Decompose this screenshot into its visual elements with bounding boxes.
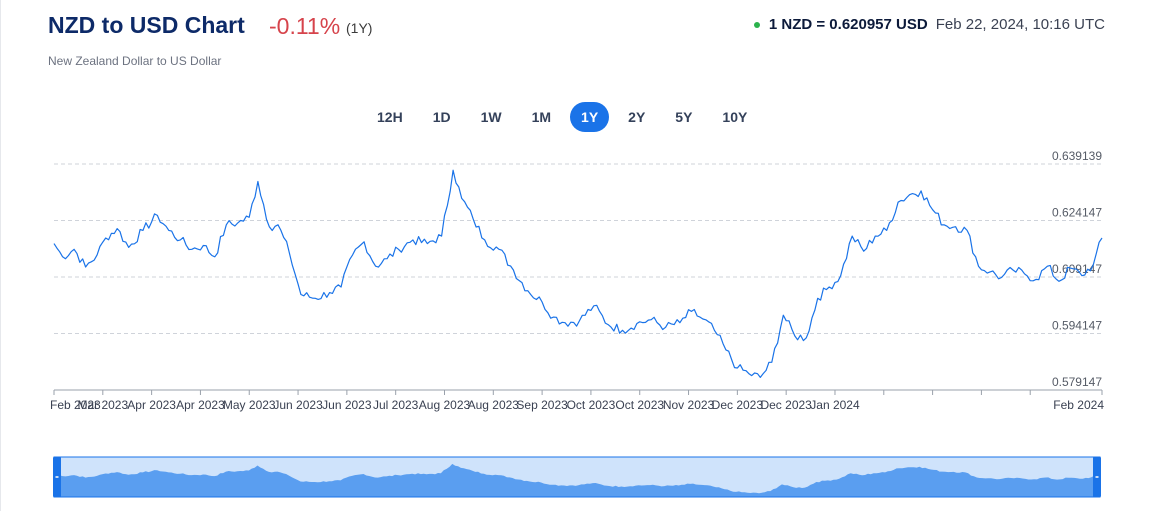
page-subtitle: New Zealand Dollar to US Dollar (48, 54, 222, 68)
x-tick-label: Jul 2023 (373, 398, 419, 412)
x-tick-label: Apr 2023 (127, 398, 176, 412)
percent-change: -0.11% (269, 13, 341, 39)
range-button-5y[interactable]: 5Y (664, 102, 703, 132)
period-label: (1Y) (346, 20, 373, 36)
y-tick-label: 0.639139 (1052, 150, 1102, 163)
live-status-dot-icon (753, 21, 760, 28)
y-tick-label: 0.609147 (1052, 262, 1102, 276)
x-tick-label: Feb 2024 (1053, 398, 1104, 412)
range-button-2y[interactable]: 2Y (617, 102, 656, 132)
x-tick-label: Oct 2023 (615, 398, 664, 412)
line-chart[interactable]: 0.639139 0.624147 0.609147 0.594147 0.579147… (0, 150, 1153, 420)
x-tick-label: Jan 2024 (810, 398, 860, 412)
x-tick-label: Jun 2023 (273, 398, 323, 412)
rate-value: 1 NZD = 0.620957 USD (768, 16, 928, 33)
series-line-nzd-usd (53, 169, 1103, 378)
page-title: NZD to USD Chart (48, 12, 245, 38)
x-tick-label: Sep 2023 (516, 398, 568, 412)
x-tick-label: May 2023 (223, 398, 276, 412)
range-button-10y[interactable]: 10Y (711, 102, 758, 132)
x-tick-label: Aug 2023 (419, 398, 471, 412)
range-selector: 12H 1D 1W 1M 1Y 2Y 5Y 10Y (366, 102, 766, 132)
range-button-12h[interactable]: 12H (366, 102, 414, 132)
y-tick-label: 0.624147 (1052, 205, 1102, 219)
range-button-1d[interactable]: 1D (422, 102, 462, 132)
y-tick-label: 0.594147 (1052, 318, 1102, 332)
x-tick-label: Jun 2023 (322, 398, 372, 412)
x-tick-label: Dec 2023 (712, 398, 764, 412)
x-tick-label: Aug 2023 (468, 398, 520, 412)
x-tick-label: Nov 2023 (663, 398, 715, 412)
range-navigator[interactable] (0, 450, 1153, 502)
x-tick-label: Mar 2023 (77, 398, 128, 412)
range-button-1y[interactable]: 1Y (570, 102, 610, 132)
range-button-1w[interactable]: 1W (470, 102, 513, 132)
rate-timestamp: Feb 22, 2024, 10:16 UTC (935, 16, 1105, 33)
range-button-1m[interactable]: 1M (521, 102, 562, 132)
y-tick-label: 0.579147 (1052, 375, 1102, 389)
x-tick-label: Apr 2023 (176, 398, 225, 412)
current-rate: 1 NZD = 0.620957 USD Feb 22, 2024, 10:16… (753, 16, 1105, 33)
x-tick-label: Oct 2023 (567, 398, 616, 412)
x-tick-label: Dec 2023 (760, 398, 812, 412)
